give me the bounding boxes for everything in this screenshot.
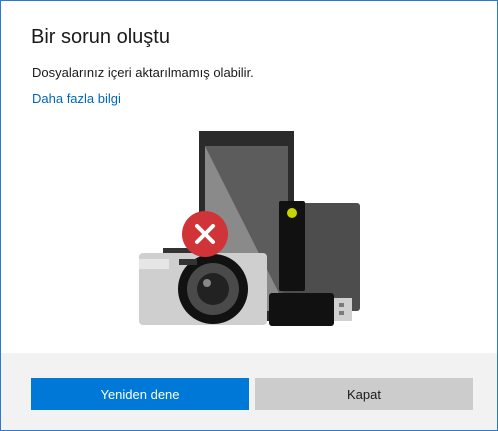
error-icon (182, 211, 228, 257)
import-error-dialog: Bir sorun oluştu Dosyalarınız içeri akta… (0, 0, 498, 431)
more-info-link[interactable]: Daha fazla bilgi (32, 91, 121, 106)
dialog-title: Bir sorun oluştu (31, 26, 170, 48)
dialog-content: Bir sorun oluştu Dosyalarınız içeri akta… (1, 1, 497, 353)
close-button[interactable]: Kapat (255, 378, 473, 410)
dialog-message: Dosyalarınız içeri aktarılmamış olabilir… (32, 65, 254, 80)
retry-button[interactable]: Yeniden dene (31, 378, 249, 410)
camera-icon (139, 248, 267, 325)
dialog-footer: Yeniden dene Kapat (1, 353, 497, 430)
devices-illustration (139, 131, 360, 326)
